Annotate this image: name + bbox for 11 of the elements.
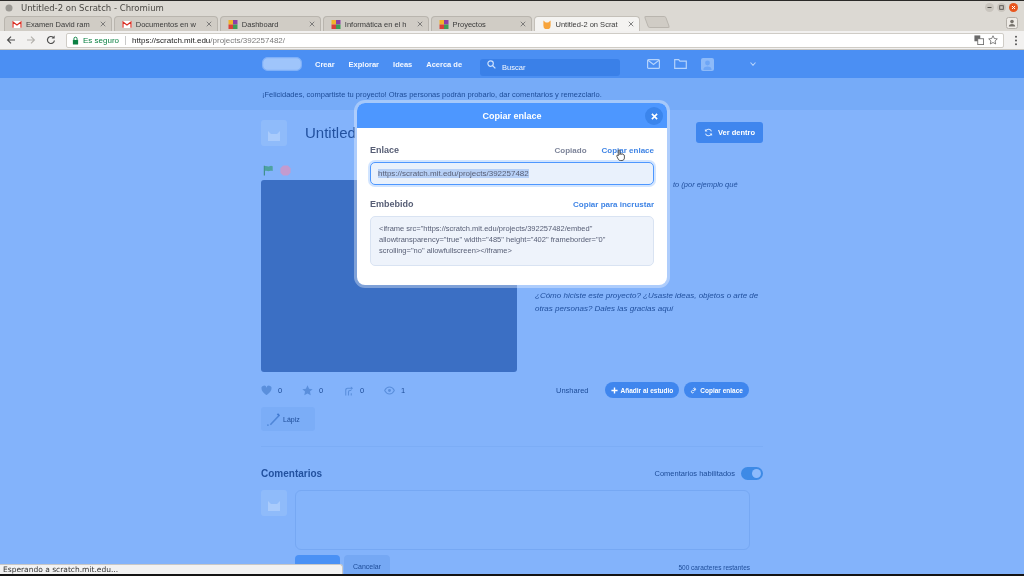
url-text: https://scratch.mit.edu/projects/392257482/ (132, 35, 287, 45)
window-title: Untitled-2 on Scratch - Chromium (21, 2, 164, 13)
field-label: Enlace (370, 145, 400, 155)
comments-heading: Comentarios (261, 467, 323, 479)
field-label: Embebido (370, 199, 414, 209)
notes-text: ¿Cómo hiciste este proyecto? ¿Usaste ideas, objetos o arte de otras personas? Dales las gracias aquí (535, 290, 760, 315)
copied-status: Copiado (554, 146, 587, 155)
security-label: Es seguro (83, 35, 120, 45)
link-text: https://scratch.mit.edu/projects/392257482 (378, 169, 529, 178)
modal-title: Copiar enlace (482, 110, 542, 121)
project-title: Untitled (305, 124, 356, 141)
